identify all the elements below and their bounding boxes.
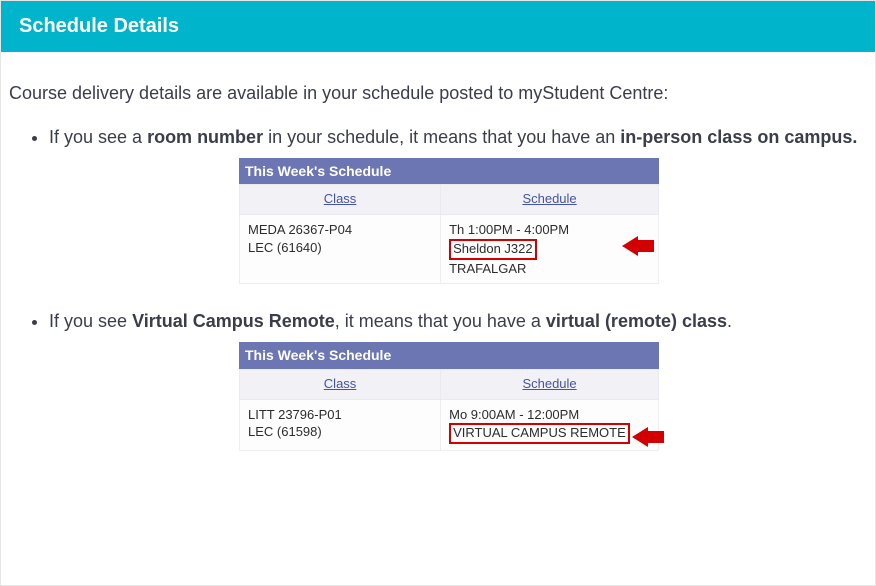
bullet1-mid: in your schedule, it means that you have… [263,127,620,147]
bullet2-pre: If you see [49,311,132,331]
bullet1-pre: If you see a [49,127,147,147]
list-item: If you see a room number in your schedul… [49,124,867,284]
table-row: LITT 23796-P01 LEC (61598) Mo 9:00AM - 1… [240,399,659,450]
content-area: Course delivery details are available in… [1,52,875,495]
course-section: LEC (61640) [248,240,322,255]
col-header-schedule-label: Schedule [522,376,576,391]
course-cell: MEDA 26367-P04 LEC (61640) [240,215,441,284]
red-arrow-icon [632,428,664,446]
course-cell: LITT 23796-P01 LEC (61598) [240,399,441,450]
col-header-schedule[interactable]: Schedule [441,185,659,215]
table-header-row: Class Schedule [240,185,659,215]
bullet2-b1: Virtual Campus Remote [132,311,335,331]
bullet2-post: . [727,311,732,331]
list-item: If you see Virtual Campus Remote, it mea… [49,308,867,451]
schedule-time: Mo 9:00AM - 12:00PM [449,407,579,422]
schedule-time: Th 1:00PM - 4:00PM [449,222,569,237]
schedule-table: Class Schedule MEDA 26367-P04 LEC (61640… [239,184,659,284]
schedule-campus: TRAFALGAR [449,261,526,276]
table-row: MEDA 26367-P04 LEC (61640) Th 1:00PM - 4… [240,215,659,284]
col-header-class[interactable]: Class [240,185,441,215]
course-code: MEDA 26367-P04 [248,222,352,237]
page-title-banner: Schedule Details [1,1,875,52]
col-header-schedule[interactable]: Schedule [441,369,659,399]
bullet-text: If you see a room number in your schedul… [49,124,867,150]
bullet2-mid: , it means that you have a [335,311,546,331]
schedule-widget: This Week's Schedule Class Schedule MEDA… [239,158,659,284]
intro-text: Course delivery details are available in… [9,80,867,106]
table-header-row: Class Schedule [240,369,659,399]
bullet1-b2: in-person class on campus. [620,127,857,147]
arrow-annotation [622,235,654,257]
widget-title: This Week's Schedule [239,342,659,368]
col-header-schedule-label: Schedule [522,191,576,206]
bullet1-b1: room number [147,127,263,147]
schedule-table: Class Schedule LITT 23796-P01 LEC (61598… [239,369,659,451]
explanation-list: If you see a room number in your schedul… [9,124,867,451]
schedule-cell: Th 1:00PM - 4:00PM Sheldon J322 TRAFALGA… [441,215,659,284]
page-container: Schedule Details Course delivery details… [0,0,876,586]
schedule-widget: This Week's Schedule Class Schedule LITT… [239,342,659,451]
col-header-class-label: Class [324,376,357,391]
col-header-class-label: Class [324,191,357,206]
arrow-annotation [632,426,664,448]
highlight-virtual: VIRTUAL CAMPUS REMOTE [449,423,630,444]
col-header-class[interactable]: Class [240,369,441,399]
widget-title: This Week's Schedule [239,158,659,184]
course-code: LITT 23796-P01 [248,407,342,422]
bullet2-b2: virtual (remote) class [546,311,727,331]
schedule-cell: Mo 9:00AM - 12:00PM VIRTUAL CAMPUS REMOT… [441,399,659,450]
course-section: LEC (61598) [248,424,322,439]
red-arrow-icon [622,237,654,255]
bullet-text: If you see Virtual Campus Remote, it mea… [49,308,867,334]
highlight-room: Sheldon J322 [449,239,537,260]
page-title: Schedule Details [19,15,179,37]
